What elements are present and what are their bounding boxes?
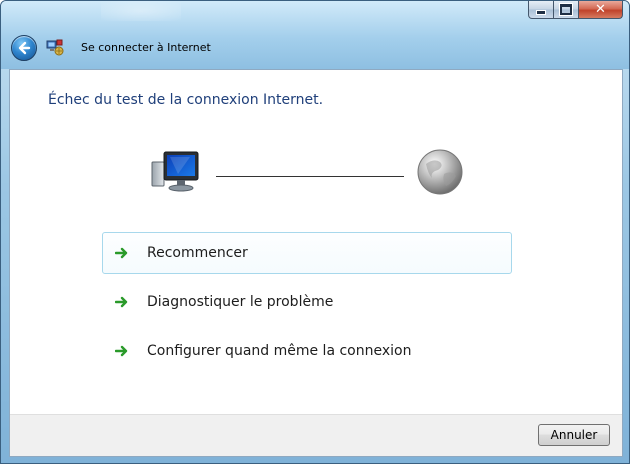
- wizard-title: Se connecter à Internet: [81, 41, 211, 54]
- page-title: Échec du test de la connexion Internet.: [48, 92, 324, 108]
- wizard-window: ✕ Se connecter à Internet Échec du test …: [0, 0, 630, 464]
- back-arrow-icon: [18, 41, 31, 55]
- option-diagnose[interactable]: Diagnostiquer le problème: [102, 281, 512, 323]
- maximize-button[interactable]: [554, 1, 579, 19]
- internet-globe-icon: [417, 149, 463, 195]
- caption-buttons: ✕: [528, 1, 623, 19]
- cancel-button[interactable]: Annuler: [538, 424, 610, 446]
- option-label: Recommencer: [147, 245, 248, 261]
- option-retry[interactable]: Recommencer: [102, 232, 512, 274]
- back-button[interactable]: [11, 35, 37, 61]
- maximize-icon: [560, 4, 572, 15]
- connection-line: [216, 176, 404, 177]
- close-icon: ✕: [595, 2, 606, 17]
- green-arrow-icon: [115, 245, 131, 261]
- computer-icon: [151, 151, 199, 192]
- options-list: Recommencer Diagnostiquer le problème Co…: [102, 232, 512, 379]
- green-arrow-icon: [115, 343, 131, 359]
- minimize-button[interactable]: [528, 1, 554, 19]
- minimize-icon: [536, 10, 546, 15]
- connection-diagram: [150, 148, 470, 198]
- footer-bar: Annuler: [10, 414, 622, 456]
- option-configure-anyway[interactable]: Configurer quand même la connexion: [102, 330, 512, 372]
- option-label: Configurer quand même la connexion: [147, 343, 412, 359]
- wizard-content: Échec du test de la connexion Internet.: [9, 69, 623, 457]
- title-bar: ✕ Se connecter à Internet: [1, 1, 629, 69]
- option-label: Diagnostiquer le problème: [147, 294, 334, 310]
- close-button[interactable]: ✕: [579, 1, 623, 19]
- green-arrow-icon: [115, 294, 131, 310]
- network-icon: [46, 39, 64, 56]
